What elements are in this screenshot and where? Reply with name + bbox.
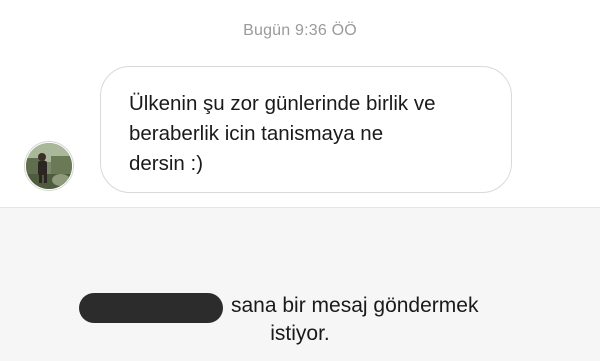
dm-screen: Bugün 9:36 ÖÖ Ülkenin şu zor günlerinde … <box>0 0 600 361</box>
request-text-line1: sana bir mesaj göndermek <box>231 294 479 317</box>
message-timestamp: Bugün 9:36 ÖÖ <box>243 22 357 39</box>
sender-avatar[interactable] <box>24 141 74 191</box>
redacted-sender-name <box>79 293 223 323</box>
incoming-message-bubble[interactable]: Ülkenin şu zor günlerinde birlik ve bera… <box>100 66 512 193</box>
request-text-line2: istiyor. <box>270 322 330 345</box>
chat-thread[interactable]: Bugün 9:36 ÖÖ Ülkenin şu zor günlerinde … <box>0 0 600 207</box>
message-text: Ülkenin şu zor günlerinde birlik ve bera… <box>129 92 436 175</box>
profile-photo-icon <box>26 143 72 189</box>
